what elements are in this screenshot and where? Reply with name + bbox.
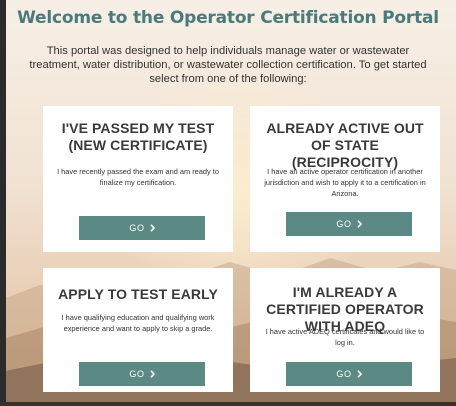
- card-title: ALREADY ACTIVE OUT OF STATE (RECIPROCITY…: [266, 120, 424, 170]
- card-description: I have active ADEQ certificates and woul…: [265, 327, 425, 347]
- go-button-label: GO: [336, 219, 352, 229]
- go-button-label: GO: [336, 369, 352, 379]
- go-button-new-certificate[interactable]: GO: [79, 216, 205, 240]
- chevron-right-icon: [357, 370, 362, 378]
- bottom-edge-strip: [0, 402, 456, 406]
- card-reciprocity: ALREADY ACTIVE OUT OF STATE (RECIPROCITY…: [250, 106, 440, 252]
- card-title: APPLY TO TEST EARLY: [58, 286, 218, 302]
- go-button-label: GO: [129, 369, 145, 379]
- page-title: Welcome to the Operator Certification Po…: [17, 8, 439, 28]
- go-button-label: GO: [129, 223, 145, 233]
- go-button-certified-operator[interactable]: GO: [286, 362, 412, 386]
- card-description: I have qualifying education and qualifyi…: [61, 313, 215, 333]
- card-title: I'VE PASSED MY TEST (NEW CERTIFICATE): [61, 120, 215, 153]
- portal-page: Welcome to the Operator Certification Po…: [0, 0, 456, 406]
- chevron-right-icon: [357, 220, 362, 228]
- go-button-test-early[interactable]: GO: [79, 362, 205, 386]
- chevron-right-icon: [150, 224, 155, 232]
- card-test-early: APPLY TO TEST EARLY I have qualifying ed…: [43, 268, 233, 392]
- card-new-certificate: I'VE PASSED MY TEST (NEW CERTIFICATE) I …: [43, 106, 233, 252]
- card-description: I have recently passed the exam and am r…: [57, 167, 219, 187]
- go-button-reciprocity[interactable]: GO: [286, 212, 412, 236]
- card-certified-operator: I'M ALREADY A CERTIFIED OPERATOR WITH AD…: [250, 268, 440, 392]
- chevron-right-icon: [150, 370, 155, 378]
- left-edge-strip: [0, 0, 6, 406]
- card-description: I have an active operator certification …: [264, 167, 426, 198]
- intro-text: This portal was designed to help individ…: [29, 45, 427, 85]
